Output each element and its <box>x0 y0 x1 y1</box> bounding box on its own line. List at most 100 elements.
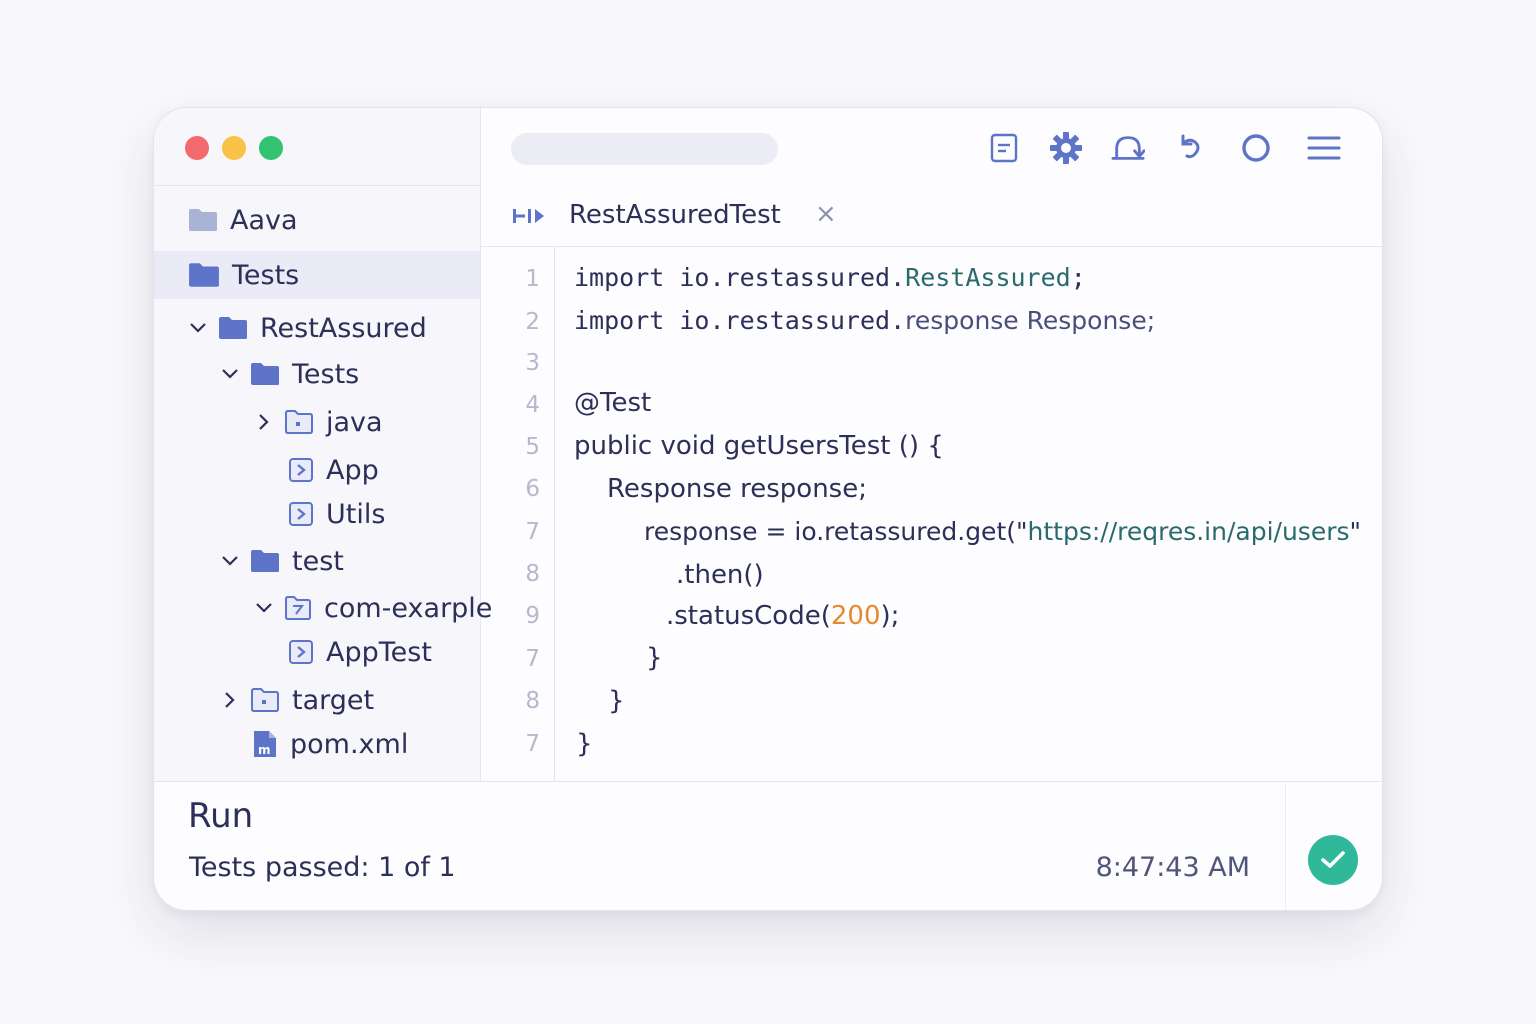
folder-icon <box>188 208 218 232</box>
undo-icon[interactable] <box>1173 131 1207 165</box>
code-token: } <box>608 686 625 716</box>
menu-icon[interactable] <box>1307 131 1341 165</box>
chevron-down-icon[interactable] <box>254 598 274 618</box>
code-token: RestAssured <box>905 263 1071 292</box>
sidebar-item-label: target <box>292 684 375 716</box>
code-token: response = io.retassured.get(" <box>644 517 1028 546</box>
sidebar-item-target[interactable]: target <box>220 678 374 722</box>
close-window-button[interactable] <box>185 136 209 160</box>
minimize-window-button[interactable] <box>222 136 246 160</box>
package-folder-icon <box>284 595 312 621</box>
code-token: ; <box>1070 263 1086 292</box>
sidebar-item-label: App <box>326 454 379 486</box>
code-line-10: } <box>646 643 663 673</box>
folder-icon <box>250 362 280 386</box>
document-icon[interactable] <box>987 131 1021 165</box>
maven-file-icon: m <box>252 729 278 759</box>
sidebar-item-label: com-exarple <box>324 592 493 624</box>
sidebar-item-tests-sub[interactable]: Tests <box>220 352 359 396</box>
sidebar-item-label: test <box>292 545 344 577</box>
line-number: 4 <box>525 392 540 418</box>
chevron-down-icon[interactable] <box>220 551 240 571</box>
chevron-down-icon[interactable] <box>188 318 208 338</box>
success-check-icon[interactable] <box>1308 835 1358 885</box>
sidebar-item-label: Aava <box>230 204 298 236</box>
run-panel-divider <box>1285 782 1286 910</box>
sidebar-item-test[interactable]: test <box>220 539 344 583</box>
sidebar-item-label: Utils <box>326 498 386 530</box>
package-folder-icon <box>284 409 314 435</box>
sidebar-item-label: RestAssured <box>260 312 427 344</box>
sidebar-item-label: java <box>326 406 383 438</box>
folder-icon <box>188 262 220 288</box>
sidebar-item-restassured[interactable]: RestAssured <box>188 306 427 350</box>
line-number: 7 <box>525 519 540 545</box>
sidebar-item-com-exarple[interactable]: com-exarple <box>254 586 492 630</box>
code-token: @Test <box>574 388 652 418</box>
code-token: .then() <box>676 560 764 590</box>
code-token: 200 <box>830 601 881 631</box>
code-token: .statusCode( <box>666 601 831 631</box>
window-titlebar <box>154 108 480 186</box>
code-line-7: response = io.retassured.get("https://re… <box>644 517 1361 546</box>
code-line-11: } <box>608 686 625 716</box>
line-number: 2 <box>525 309 540 335</box>
java-class-icon <box>288 457 314 483</box>
line-number: 5 <box>525 434 540 460</box>
gear-icon[interactable] <box>1049 131 1083 165</box>
editor-tab-bar: RestAssuredTest × <box>481 185 1382 247</box>
sidebar-item-label: Tests <box>232 259 300 291</box>
code-line-6: Response response; <box>607 474 867 504</box>
folder-outline-icon <box>250 687 280 713</box>
chevron-right-icon[interactable] <box>254 412 274 432</box>
svg-text:m: m <box>258 743 271 757</box>
line-number: 7 <box>525 646 540 672</box>
chevron-down-icon[interactable] <box>220 364 240 384</box>
java-class-icon <box>288 639 314 665</box>
maximize-window-button[interactable] <box>259 136 283 160</box>
run-panel-title: Run <box>188 796 254 836</box>
code-line-1: import io.restassured.RestAssured; <box>574 263 1086 292</box>
folder-icon <box>218 316 248 340</box>
run-panel: Run Tests passed: 1 of 1 8:47:43 AM <box>154 781 1382 910</box>
sidebar-item-apptest[interactable]: AppTest <box>288 630 432 674</box>
sidebar-item-tests[interactable]: Tests <box>154 251 480 299</box>
sidebar-item-app[interactable]: App <box>288 448 379 492</box>
code-token: response Response; <box>905 306 1156 335</box>
code-token: } <box>646 643 663 673</box>
ide-window: Aava Tests RestAssured Tests java App Ut… <box>153 107 1383 911</box>
java-class-icon <box>288 501 314 527</box>
tab-restassuredtest[interactable]: RestAssuredTest <box>569 200 781 230</box>
line-number: 3 <box>525 350 540 376</box>
sidebar-item-utils[interactable]: Utils <box>288 492 385 536</box>
code-token: import io.restassured. <box>574 306 906 335</box>
sidebar-item-label: Tests <box>292 358 360 390</box>
run-timestamp: 8:47:43 AM <box>1095 852 1250 883</box>
code-token: } <box>576 729 593 759</box>
sidebar-item-label: pom.xml <box>290 728 409 760</box>
sidebar-item-label: AppTest <box>326 636 432 668</box>
sidebar-item-java[interactable]: java <box>254 400 383 444</box>
code-token: import io.restassured. <box>574 263 906 292</box>
test-result-status: Tests passed: 1 of 1 <box>189 852 456 883</box>
circle-icon[interactable] <box>1239 131 1273 165</box>
line-number-gutter: 1 2 3 4 5 6 7 8 9 7 8 7 <box>481 247 555 781</box>
sync-icon[interactable] <box>1111 131 1145 165</box>
code-line-8: .then() <box>676 560 764 590</box>
code-token: ); <box>880 601 900 631</box>
folder-icon <box>250 549 280 573</box>
sidebar-item-pom-xml[interactable]: m pom.xml <box>252 722 408 766</box>
split-editor-icon[interactable] <box>511 205 547 231</box>
line-number: 8 <box>525 561 540 587</box>
code-token: " <box>1349 517 1362 546</box>
project-sidebar: Aava Tests RestAssured Tests java App Ut… <box>154 108 492 781</box>
chevron-right-icon[interactable] <box>220 690 240 710</box>
code-token: public void getUsersTest () { <box>574 431 944 461</box>
code-line-4: @Test <box>574 388 651 418</box>
sidebar-item-aava[interactable]: Aava <box>154 198 480 242</box>
line-number: 1 <box>525 266 540 292</box>
search-bar[interactable] <box>511 133 778 165</box>
close-tab-icon[interactable]: × <box>815 199 837 229</box>
line-number: 9 <box>525 603 540 629</box>
code-line-12: } <box>576 729 593 759</box>
